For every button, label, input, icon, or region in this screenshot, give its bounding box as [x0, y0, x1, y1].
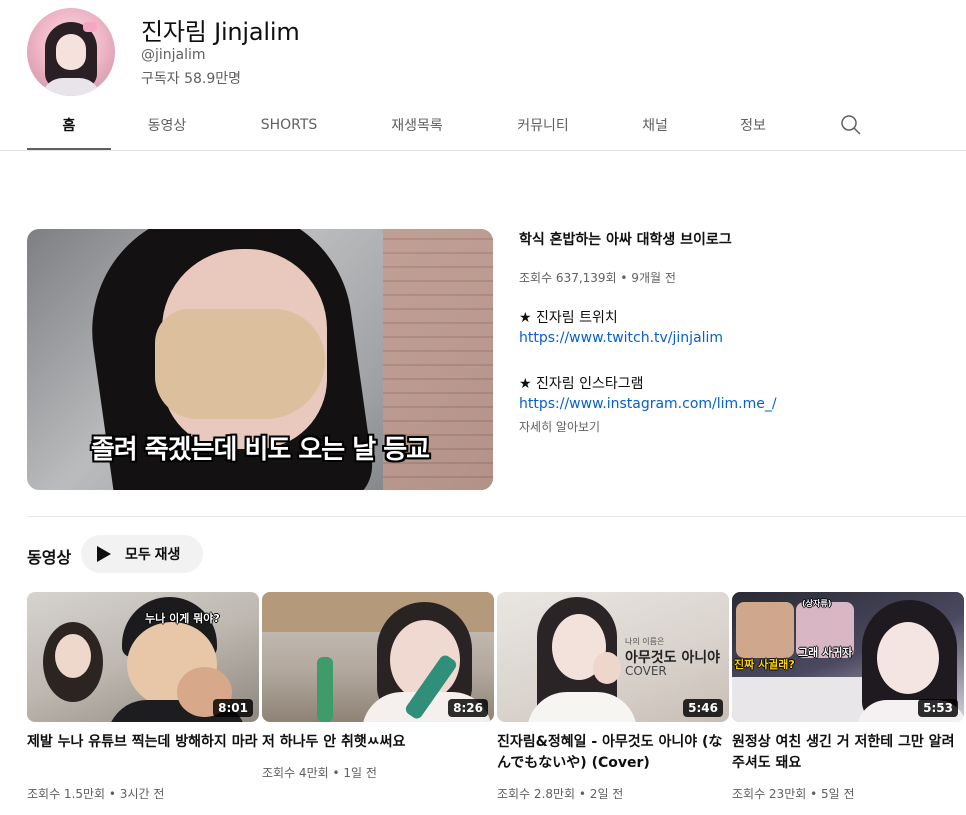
thumb-face [877, 622, 939, 694]
thumb-mask [155, 309, 325, 419]
play-icon [97, 546, 111, 562]
thumb-hand [593, 652, 621, 684]
video-thumbnail[interactable]: 누나 이게 뭐야? 8:01 [27, 592, 259, 722]
thumb-piano [732, 677, 872, 722]
video-meta: 조회수 1.5만회 • 3시간 전 [27, 787, 165, 801]
thumb-cover-text: COVER [625, 664, 667, 678]
video-title[interactable]: 진자림&정혜일 - 아무것도 아니야 (なんでもないや) (Cover) [497, 732, 729, 774]
video-meta: 조회수 2.8만회 • 2일 전 [497, 787, 624, 801]
read-more-link[interactable]: 자세히 알아보기 [519, 418, 600, 435]
thumb-bottle-left [317, 657, 333, 722]
video-title[interactable]: 저 하나두 안 취햇ㅆ써요 [262, 732, 494, 753]
twitch-link[interactable]: https://www.twitch.tv/jinjalim [519, 330, 723, 346]
video-title[interactable]: 제발 누나 유튜브 찍는데 방해하지 마라 [27, 732, 259, 753]
section-divider [27, 516, 966, 517]
channel-avatar[interactable] [27, 8, 115, 96]
video-duration: 5:53 [918, 699, 958, 717]
video-thumbnail[interactable]: 8:26 [262, 592, 494, 722]
avatar-face [56, 34, 86, 70]
video-thumbnail[interactable]: 나의 이름은 아무것도 아니야 COVER 5:46 [497, 592, 729, 722]
video-thumbnail[interactable]: (상자류) 진짜 사귈래? 그래 사귀자 5:53 [732, 592, 964, 722]
thumb-text: 누나 이게 뭐야? [145, 612, 220, 625]
thumb-small-text: (상자류) [802, 599, 832, 608]
thumb-text: 진짜 사귈래? [734, 658, 795, 671]
video-duration: 8:01 [213, 699, 253, 717]
featured-video-title[interactable]: 학식 혼밥하는 아싸 대학생 브이로그 [519, 229, 732, 249]
thumb-inset-left [736, 602, 794, 658]
video-duration: 8:26 [448, 699, 488, 717]
video-duration: 5:46 [683, 699, 723, 717]
video-card[interactable]: (상자류) 진짜 사귈래? 그래 사귀자 5:53 원정상 여친 생긴 거 저한… [732, 592, 964, 807]
tab-about[interactable]: 정보 [725, 100, 781, 150]
channel-tabs: 홈 동영상 SHORTS 재생목록 커뮤니티 채널 정보 [27, 100, 966, 150]
featured-thumbnail-caption: 졸려 죽겠는데 비도 오는 날 등교 [90, 435, 430, 465]
avatar-bow [83, 22, 97, 32]
video-card[interactable]: 나의 이름은 아무것도 아니야 COVER 5:46 진자림&정혜일 - 아무것… [497, 592, 729, 807]
featured-desc-twitch: ★ 진자림 트위치 [519, 310, 618, 326]
video-title[interactable]: 원정상 여친 생긴 거 저한테 그만 알려 주셔도 돼요 [732, 732, 964, 774]
featured-video-thumbnail[interactable]: 졸려 죽겠는데 비도 오는 날 등교 [27, 229, 493, 490]
tab-home[interactable]: 홈 [27, 100, 111, 150]
shelf-title[interactable]: 동영상 [27, 544, 71, 568]
tab-videos[interactable]: 동영상 [127, 100, 207, 150]
thumb-small-text: 나의 이름은 [625, 637, 665, 646]
tab-channels[interactable]: 채널 [625, 100, 685, 150]
featured-desc-instagram: ★ 진자림 인스타그램 [519, 376, 644, 392]
video-meta: 조회수 4만회 • 1일 전 [262, 766, 377, 780]
video-card[interactable]: 누나 이게 뭐야? 8:01 제발 누나 유튜브 찍는데 방해하지 마라 조회수… [27, 592, 259, 807]
tab-community[interactable]: 커뮤니티 [503, 100, 583, 150]
tabs-divider [0, 150, 966, 151]
channel-name: 진자림 Jinjalim [141, 18, 300, 46]
video-card[interactable]: 8:26 저 하나두 안 취햇ㅆ써요 조회수 4만회 • 1일 전 [262, 592, 494, 807]
search-icon[interactable] [839, 113, 863, 137]
video-meta: 조회수 23만회 • 5일 전 [732, 787, 855, 801]
instagram-link[interactable]: https://www.instagram.com/lim.me_/ [519, 396, 777, 412]
featured-video-meta: 조회수 637,139회 • 9개월 전 [519, 271, 676, 285]
channel-handle: @jinjalim [141, 47, 206, 63]
thumb-text-2: 그래 사귀자 [798, 646, 853, 659]
tab-shorts[interactable]: SHORTS [247, 100, 331, 150]
play-all-button[interactable]: 모두 재생 [81, 535, 203, 573]
tab-playlists[interactable]: 재생목록 [377, 100, 457, 150]
subscriber-count: 구독자 58.9만명 [141, 71, 242, 87]
play-all-label: 모두 재생 [125, 546, 181, 562]
thumb-person-face [55, 634, 91, 678]
